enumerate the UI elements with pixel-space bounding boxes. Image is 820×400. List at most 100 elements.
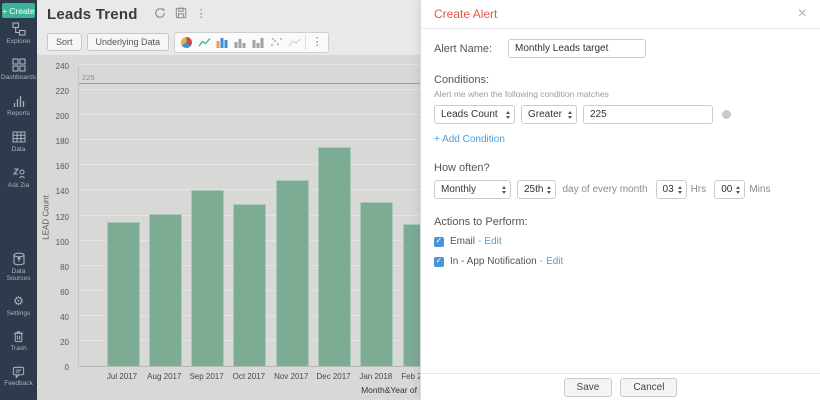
- chart-options-kebab-icon[interactable]: ⋮: [308, 33, 326, 52]
- frequency-select[interactable]: Monthly: [434, 180, 511, 199]
- email-edit-link[interactable]: Edit: [484, 236, 501, 247]
- add-condition-link[interactable]: + Add Condition: [434, 134, 505, 145]
- sidebar-item-data[interactable]: Data: [0, 130, 37, 153]
- sidebar-spacer: [0, 202, 37, 252]
- in-app-notification-checkbox[interactable]: [434, 257, 444, 267]
- sidebar-item-feedback[interactable]: Feedback: [0, 365, 37, 387]
- day-select[interactable]: 25th: [517, 180, 556, 199]
- close-icon[interactable]: ×: [798, 6, 807, 22]
- y-tick-label: 200: [39, 112, 69, 121]
- action-row-email: Email - Edit: [434, 236, 807, 247]
- bar-sep-2017[interactable]: [191, 190, 224, 366]
- spinner-icon: [547, 186, 551, 194]
- y-tick-label: 180: [39, 137, 69, 146]
- create-button[interactable]: + Create: [2, 3, 35, 18]
- mins-label: Mins: [749, 184, 770, 195]
- create-alert-panel: Create Alert × Alert Name: Conditions: A…: [420, 0, 820, 400]
- alert-name-input[interactable]: [508, 39, 646, 58]
- data-sources-icon: [12, 252, 26, 266]
- y-tick-label: 80: [39, 263, 69, 272]
- grouped-bar-chart-icon[interactable]: [249, 33, 267, 52]
- day-suffix-text: day of every month: [562, 184, 647, 195]
- in-app-edit-link[interactable]: Edit: [546, 256, 563, 267]
- save-button[interactable]: Save: [564, 378, 613, 397]
- bar-oct-2017[interactable]: [233, 204, 266, 366]
- alert-name-row: Alert Name:: [434, 39, 807, 58]
- actions-label: Actions to Perform:: [434, 216, 807, 228]
- hrs-label: Hrs: [691, 184, 707, 195]
- bar-jul-2017[interactable]: [107, 222, 140, 366]
- bar-chart: LEAD Count 02040608010012014016018020022…: [37, 55, 420, 400]
- conditions-label: Conditions:: [434, 74, 807, 86]
- hour-select[interactable]: 03: [656, 180, 687, 199]
- save-icon[interactable]: [175, 6, 187, 24]
- plot-area: 225: [78, 66, 420, 367]
- remove-condition-button[interactable]: [722, 110, 731, 119]
- feedback-icon: [12, 365, 25, 378]
- page-title: Leads Trend: [47, 6, 138, 23]
- spinner-icon: [568, 111, 572, 119]
- dashboards-icon: [12, 58, 26, 72]
- sort-button[interactable]: Sort: [47, 33, 82, 51]
- y-tick-label: 240: [39, 62, 69, 71]
- sidebar-item-label: Data: [12, 146, 26, 153]
- sidebar-item-label: Settings: [7, 310, 31, 317]
- sidebar-item-label: Trash: [10, 345, 26, 352]
- condition-value-input[interactable]: [583, 105, 713, 124]
- stacked-bar-chart-icon[interactable]: [231, 33, 249, 52]
- sidebar: + Create Explorer Dashboards Reports Dat…: [0, 0, 37, 400]
- condition-operator-select[interactable]: Greater Thar: [521, 105, 577, 124]
- line-chart-icon[interactable]: [195, 33, 213, 52]
- y-tick-label: 60: [39, 288, 69, 297]
- spinner-icon: [506, 111, 510, 119]
- ask-zia-icon: [12, 166, 26, 180]
- sidebar-item-reports[interactable]: Reports: [0, 94, 37, 117]
- condition-field-select[interactable]: Leads Count: [434, 105, 515, 124]
- refresh-icon[interactable]: [154, 6, 166, 24]
- underlying-data-button[interactable]: Underlying Data: [87, 33, 170, 51]
- panel-header: Create Alert ×: [421, 0, 820, 29]
- chart-toolbar: Sort Underlying Data ⋮: [37, 29, 420, 55]
- sidebar-item-label: Dashboards: [1, 74, 36, 81]
- threshold-line: [79, 83, 420, 84]
- sidebar-item-label: Reports: [7, 110, 30, 117]
- sidebar-item-dashboards[interactable]: Dashboards: [0, 58, 37, 81]
- report-header: Leads Trend ⋮: [37, 0, 420, 29]
- sidebar-item-explorer[interactable]: Explorer: [0, 22, 37, 45]
- gridline: [79, 139, 420, 140]
- gridline: [79, 64, 420, 65]
- plus-icon: +: [2, 6, 7, 16]
- more-options-icon[interactable]: ⋮: [196, 9, 207, 20]
- bar-jan-2018[interactable]: [360, 202, 393, 366]
- conditions-hint: Alert me when the following condition ma…: [434, 89, 807, 99]
- y-tick-label: 160: [39, 162, 69, 171]
- scatter-chart-icon[interactable]: [267, 33, 285, 52]
- reports-icon: [12, 94, 26, 108]
- x-tick-label: Feb 2018: [391, 372, 420, 381]
- bar-feb-2018[interactable]: [403, 224, 420, 366]
- bar-nov-2017[interactable]: [276, 180, 309, 366]
- bar-aug-2017[interactable]: [149, 214, 182, 366]
- email-checkbox[interactable]: [434, 237, 444, 247]
- y-tick-label: 220: [39, 87, 69, 96]
- sidebar-item-label: Ask Zia: [8, 182, 30, 189]
- spinner-icon: [678, 186, 682, 194]
- threshold-label: 225: [82, 73, 95, 82]
- sidebar-item-trash[interactable]: Trash: [0, 330, 37, 352]
- chart-type-switcher: ⋮: [174, 32, 329, 53]
- sidebar-item-settings[interactable]: ⚙ Settings: [0, 295, 37, 317]
- minute-select[interactable]: 00: [714, 180, 745, 199]
- y-tick-label: 40: [39, 313, 69, 322]
- bar-chart-icon-active[interactable]: [213, 33, 231, 52]
- area-chart-icon-disabled[interactable]: [285, 33, 303, 52]
- y-tick-label: 140: [39, 187, 69, 196]
- cancel-button[interactable]: Cancel: [620, 378, 677, 397]
- sidebar-item-label: Explorer: [6, 38, 30, 45]
- sidebar-item-ask-zia[interactable]: Ask Zia: [0, 166, 37, 189]
- sidebar-item-data-sources[interactable]: Data Sources: [0, 252, 37, 282]
- gridline: [79, 189, 420, 190]
- y-tick-label: 120: [39, 213, 69, 222]
- bar-dec-2017[interactable]: [318, 147, 351, 366]
- pie-chart-icon[interactable]: [177, 33, 195, 52]
- gridline: [79, 89, 420, 90]
